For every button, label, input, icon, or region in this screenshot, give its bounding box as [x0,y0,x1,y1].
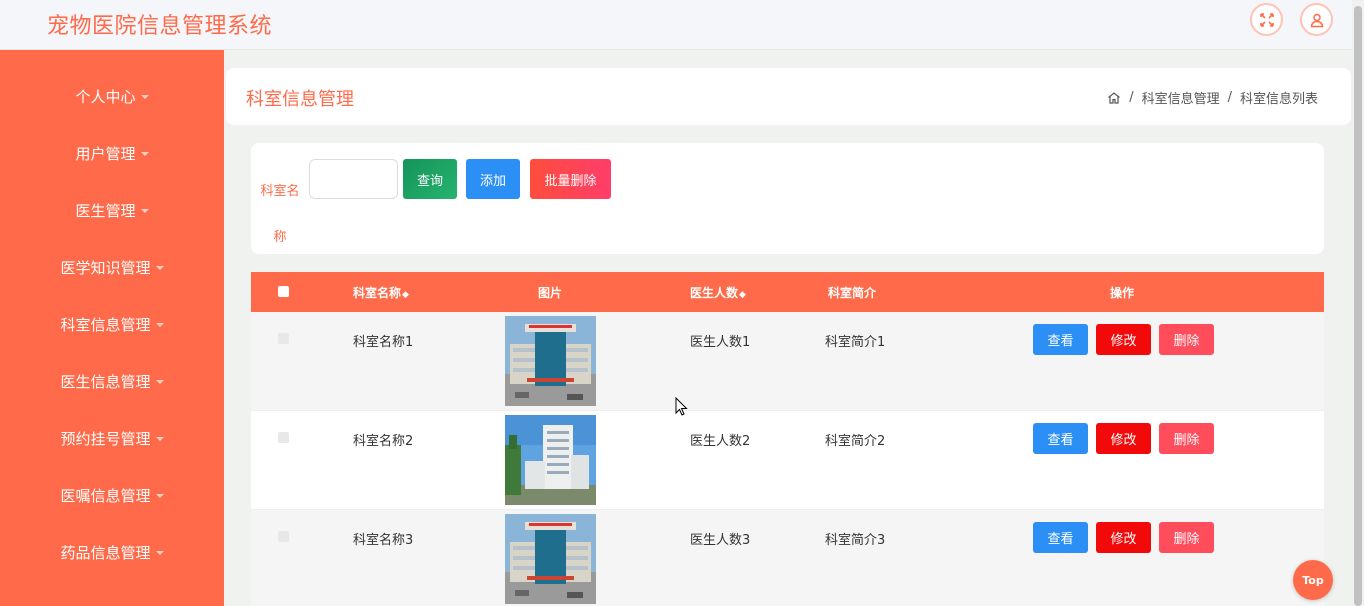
cell-doctors: 医生人数3 [690,533,751,548]
edit-button[interactable]: 修改 [1096,324,1151,355]
row-checkbox[interactable] [278,531,289,542]
sidebar-item-doctor-management[interactable]: 医生管理 [0,182,224,239]
view-button[interactable]: 查看 [1033,324,1088,355]
department-name-input[interactable] [309,159,398,199]
edit-button[interactable]: 修改 [1096,522,1151,553]
back-to-top-button[interactable]: Top [1293,560,1333,600]
breadcrumb-item-department[interactable]: 科室信息管理 [1142,88,1220,107]
top-header: 宠物医院信息管理系统 [0,0,1352,50]
sidebar: 个人中心 用户管理 医生管理 医学知识管理 科室信息管理 医生信息管理 预约挂号… [0,50,224,606]
caret-down-icon [140,208,149,213]
cell-intro: 科室简介3 [825,533,886,548]
app-title: 宠物医院信息管理系统 [47,14,273,39]
table-header: 科室名称◆ 图片 医生人数◆ 科室简介 操作 [251,272,1324,312]
caret-down-icon [155,493,164,498]
search-card: 科室名称 查询 添加 批量删除 [251,143,1324,254]
department-table: 科室名称◆ 图片 医生人数◆ 科室简介 操作 科室名称1 医生人数1 科室简介1… [251,272,1324,606]
cell-name: 科室名称2 [353,434,414,449]
caret-down-icon [155,379,164,384]
sidebar-item-doctor-info[interactable]: 医生信息管理 [0,353,224,410]
add-button[interactable]: 添加 [466,159,520,199]
sidebar-item-label: 医生信息管理 [60,373,151,391]
page-scrollbar[interactable] [1352,0,1364,606]
select-all-checkbox[interactable] [278,286,289,297]
table-row: 科室名称1 医生人数1 科室简介1 查看 修改 删除 [251,312,1324,411]
sidebar-item-appointment[interactable]: 预约挂号管理 [0,410,224,467]
cell-intro: 科室简介2 [825,434,886,449]
column-header-doctors[interactable]: 医生人数◆ [690,284,746,301]
breadcrumb-item-list: 科室信息列表 [1239,92,1318,107]
row-checkbox[interactable] [278,432,289,443]
sidebar-item-label: 预约挂号管理 [60,430,151,448]
delete-button[interactable]: 删除 [1159,522,1214,553]
row-checkbox[interactable] [278,333,289,344]
sidebar-item-medical-knowledge[interactable]: 医学知识管理 [0,239,224,296]
column-header-name[interactable]: 科室名称◆ [353,284,409,301]
breadcrumb: / 科室信息管理 / 科室信息列表 [1107,88,1318,107]
sort-icon: ◆ [402,290,409,300]
sidebar-item-user-management[interactable]: 用户管理 [0,125,224,182]
cell-name: 科室名称3 [353,533,414,548]
sidebar-item-label: 医学知识管理 [60,259,151,277]
mouse-cursor-icon [675,397,688,416]
edit-button[interactable]: 修改 [1096,423,1151,454]
sidebar-item-personal-center[interactable]: 个人中心 [0,68,224,125]
page-header-card: 科室信息管理 / 科室信息管理 / 科室信息列表 [226,68,1351,125]
table-row: 科室名称2 医生人数2 科室简介2 查看 修改 删除 [251,411,1324,510]
table-row: 科室名称3 医生人数3 科室简介3 查看 修改 删除 [251,510,1324,606]
sidebar-item-label: 用户管理 [75,145,136,163]
fullscreen-icon [1259,12,1274,27]
user-button[interactable] [1300,3,1333,36]
sidebar-item-department-info[interactable]: 科室信息管理 [0,296,224,353]
department-image [505,514,596,604]
caret-down-icon [155,550,164,555]
sidebar-item-label: 医嘱信息管理 [60,487,151,505]
page-title: 科室信息管理 [246,89,354,110]
sidebar-item-label: 药品信息管理 [60,544,151,562]
search-label: 科室名称 [260,184,300,245]
caret-down-icon [155,265,164,270]
column-header-image: 图片 [538,286,563,300]
query-button[interactable]: 查询 [403,159,457,199]
department-image [505,415,596,505]
sidebar-item-medicine-info[interactable]: 药品信息管理 [0,524,224,581]
column-header-intro: 科室简介 [828,286,877,300]
caret-down-icon [140,94,149,99]
home-icon[interactable] [1107,91,1121,105]
sidebar-item-label: 个人中心 [75,88,136,106]
delete-button[interactable]: 删除 [1159,324,1214,355]
view-button[interactable]: 查看 [1033,423,1088,454]
batch-delete-button[interactable]: 批量删除 [530,159,611,199]
sort-icon: ◆ [739,290,746,300]
sidebar-item-label: 医生管理 [75,202,136,220]
sidebar-item-label: 科室信息管理 [60,316,151,334]
column-header-actions: 操作 [1110,286,1135,300]
cell-doctors: 医生人数1 [690,335,751,350]
fullscreen-button[interactable] [1250,3,1283,36]
view-button[interactable]: 查看 [1033,522,1088,553]
cell-intro: 科室简介1 [825,335,886,350]
delete-button[interactable]: 删除 [1159,423,1214,454]
caret-down-icon [140,151,149,156]
user-icon [1310,13,1323,27]
cell-name: 科室名称1 [353,335,414,350]
cell-doctors: 医生人数2 [690,434,751,449]
scrollbar-thumb[interactable] [1354,6,1362,606]
sidebar-item-medical-orders[interactable]: 医嘱信息管理 [0,467,224,524]
breadcrumb-separator: / [1129,90,1134,105]
department-image [505,316,596,406]
caret-down-icon [155,436,164,441]
breadcrumb-separator: / [1227,90,1232,105]
caret-down-icon [155,322,164,327]
